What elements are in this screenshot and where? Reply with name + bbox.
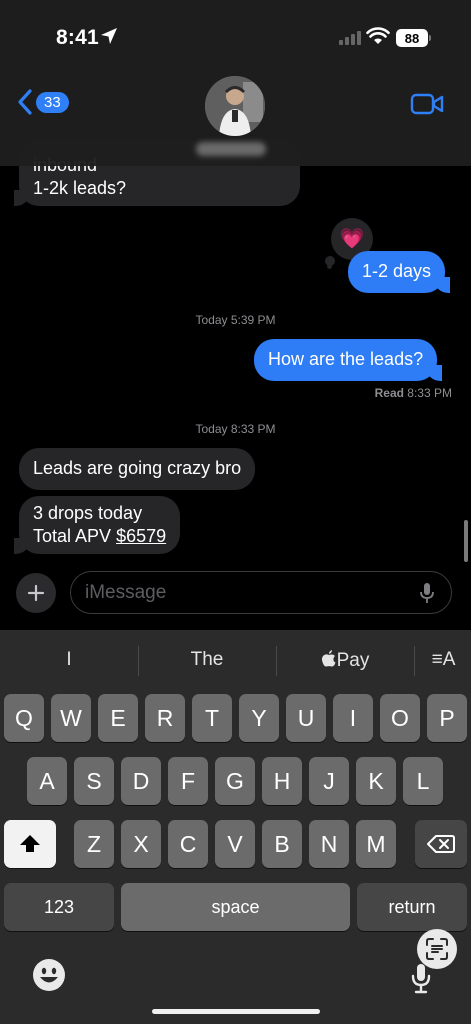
key-c[interactable]: C — [168, 820, 208, 868]
message-input[interactable] — [85, 581, 405, 605]
numbers-key[interactable]: 123 — [4, 883, 114, 931]
key-j[interactable]: J — [309, 757, 349, 805]
text-format-button[interactable]: ≡A — [416, 649, 471, 671]
key-f[interactable]: F — [168, 757, 208, 805]
battery-nub — [429, 35, 431, 41]
space-key[interactable]: space — [121, 883, 350, 931]
add-attachment-button[interactable] — [16, 573, 56, 613]
home-indicator[interactable] — [152, 1009, 320, 1014]
message-input-field[interactable] — [70, 571, 452, 614]
apple-pay-suggestion[interactable]: Pay — [276, 649, 414, 672]
key-s[interactable]: S — [74, 757, 114, 805]
shift-arrow-icon — [20, 835, 40, 852]
key-d[interactable]: D — [121, 757, 161, 805]
key-q[interactable]: Q — [4, 694, 44, 742]
prediction-2[interactable]: The — [138, 649, 276, 671]
key-u[interactable]: U — [286, 694, 326, 742]
key-y[interactable]: Y — [239, 694, 279, 742]
avatar-photo — [205, 76, 265, 136]
prediction-1[interactable]: I — [0, 649, 138, 671]
apple-logo-icon — [321, 650, 336, 667]
tapback-tail — [327, 264, 332, 269]
key-z[interactable]: Z — [74, 820, 114, 868]
key-h[interactable]: H — [262, 757, 302, 805]
key-n[interactable]: N — [309, 820, 349, 868]
text-scan-icon — [426, 938, 448, 960]
location-arrow-icon — [101, 28, 117, 44]
contact-name-blurred[interactable] — [196, 142, 266, 156]
key-m[interactable]: M — [356, 820, 396, 868]
message-text: 1-2k leads? — [33, 178, 127, 198]
emoji-icon[interactable] — [32, 958, 66, 992]
video-call-icon[interactable] — [410, 92, 444, 116]
key-p[interactable]: P — [427, 694, 467, 742]
key-i[interactable]: I — [333, 694, 373, 742]
plus-icon — [27, 584, 45, 602]
message-text: 1-2 days — [362, 261, 432, 281]
message-text: 3 drops today — [33, 503, 143, 523]
key-g[interactable]: G — [215, 757, 255, 805]
message-text: How are the leads? — [268, 349, 424, 369]
key-b[interactable]: B — [262, 820, 302, 868]
message-sent-2[interactable]: How are the leads? — [254, 339, 443, 381]
battery-icon: 88 — [396, 29, 428, 47]
predictive-bar: I The Pay ≡A — [0, 630, 471, 690]
key-e[interactable]: E — [98, 694, 138, 742]
status-time: 8:41 — [56, 26, 99, 49]
status-bar: 8:41 88 — [0, 0, 471, 70]
message-received-2[interactable]: Leads are going crazy bro — [19, 448, 256, 490]
read-receipt: Read 8:33 PM — [375, 386, 452, 400]
shift-key[interactable] — [4, 820, 56, 868]
key-r[interactable]: R — [145, 694, 185, 742]
divider — [414, 646, 415, 676]
key-o[interactable]: O — [380, 694, 420, 742]
message-received-3[interactable]: 3 drops today Total APV $6579 — [13, 496, 181, 554]
key-x[interactable]: X — [121, 820, 161, 868]
key-l[interactable]: L — [403, 757, 443, 805]
key-v[interactable]: V — [215, 820, 255, 868]
dictation-mic-icon[interactable] — [419, 581, 435, 605]
timestamp: Today 8:33 PM — [195, 422, 276, 436]
delete-key[interactable] — [415, 820, 467, 868]
chevron-left-icon — [18, 89, 32, 115]
heart-emoji-icon: 💗 — [339, 228, 365, 250]
key-k[interactable]: K — [356, 757, 396, 805]
unread-count-badge: 33 — [36, 91, 69, 113]
return-key[interactable]: return — [357, 883, 467, 931]
wifi-icon — [366, 27, 390, 44]
cellular-signal-icon — [339, 31, 361, 45]
dictation-mic-icon[interactable] — [410, 962, 432, 994]
timestamp: Today 5:39 PM — [195, 313, 276, 327]
conversation-header: 8:41 88 33 — [0, 0, 471, 166]
contact-avatar[interactable] — [205, 76, 265, 136]
read-time: 8:33 PM — [407, 386, 452, 400]
scroll-indicator[interactable] — [464, 520, 468, 562]
back-button[interactable]: 33 — [16, 88, 69, 116]
read-label: Read — [374, 386, 404, 400]
backspace-icon — [427, 835, 455, 853]
message-text: Total APV $6579 — [33, 526, 167, 546]
key-t[interactable]: T — [192, 694, 232, 742]
message-text: Leads are going crazy bro — [33, 458, 242, 478]
key-w[interactable]: W — [51, 694, 91, 742]
key-a[interactable]: A — [27, 757, 67, 805]
amount-link[interactable]: $6579 — [116, 526, 166, 546]
message-sent-1[interactable]: 1-2 days — [348, 251, 451, 293]
